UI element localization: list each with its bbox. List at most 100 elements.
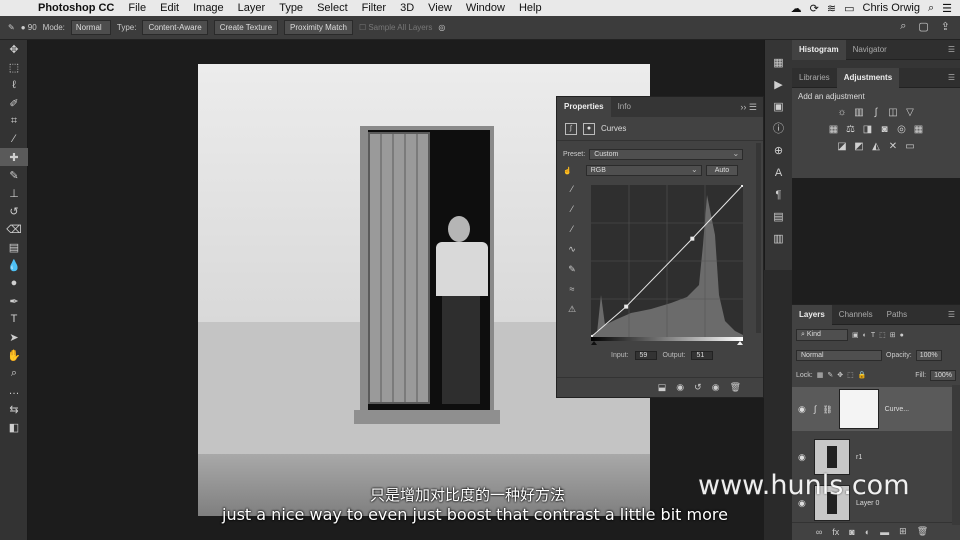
output-field[interactable]: 51 [691, 351, 714, 360]
filter-smart-object-icon[interactable]: ⊞ [890, 331, 896, 339]
brush-tool-icon[interactable]: ✎ [0, 166, 28, 184]
eyedropper-tool-icon[interactable]: ⁄ [0, 130, 28, 148]
curves-icon[interactable]: ∫ [870, 107, 883, 118]
new-adjustment-icon[interactable]: ◐ [865, 527, 870, 537]
lock-pixels-icon[interactable]: ✎ [827, 371, 833, 379]
new-layer-icon[interactable]: ⊞ [899, 526, 907, 537]
pen-tool-icon[interactable]: ✒ [0, 292, 28, 310]
crop-tool-icon[interactable]: ⌗ [0, 112, 28, 130]
notes-panel-icon[interactable]: ▥ [770, 232, 788, 246]
wifi-icon[interactable]: ≋ [827, 2, 836, 15]
clip-to-layer-icon[interactable]: ⬓ [658, 382, 667, 393]
curve-control-point[interactable] [741, 185, 743, 187]
battery-icon[interactable]: ▭ [844, 2, 854, 15]
layers-scrollbar[interactable] [952, 385, 960, 525]
path-selection-tool-icon[interactable]: ➤ [0, 328, 28, 346]
menu-edit[interactable]: Edit [160, 2, 179, 14]
channel-mixer-icon[interactable]: ◎ [895, 124, 908, 135]
filter-adjustment-icon[interactable]: ◐ [863, 332, 867, 339]
pencil-draw-icon[interactable]: ✎ [563, 263, 581, 275]
clone-stamp-tool-icon[interactable]: ⊥ [0, 184, 28, 202]
brightness-contrast-icon[interactable]: ☼ [836, 107, 849, 118]
menu-help[interactable]: Help [519, 2, 542, 14]
menu-select[interactable]: Select [317, 2, 348, 14]
filter-pixel-icon[interactable]: ▣ [852, 331, 859, 339]
delete-icon[interactable]: 🗑 [730, 382, 741, 393]
tab-info[interactable]: Info [611, 97, 638, 117]
properties-scrollbar[interactable] [756, 143, 761, 333]
actions-play-icon[interactable]: ▶ [770, 78, 788, 92]
panel-collapse-icon[interactable]: ›› ☰ [740, 102, 757, 113]
history-brush-tool-icon[interactable]: ↺ [0, 202, 28, 220]
menu-type[interactable]: Type [279, 2, 303, 14]
tab-channels[interactable]: Channels [832, 305, 880, 325]
selective-color-icon[interactable]: ✕ [887, 141, 900, 152]
filter-shape-icon[interactable]: ⬚ [879, 331, 886, 339]
visibility-eye-icon[interactable]: ◉ [798, 404, 808, 415]
brush-preset-picker[interactable]: ● 90 [21, 23, 37, 32]
lock-position-icon[interactable]: ✥ [837, 371, 843, 379]
creative-cloud-icon[interactable]: ☁ [791, 2, 802, 15]
type-tool-icon[interactable]: T [0, 310, 28, 328]
tab-histogram[interactable]: Histogram [792, 39, 846, 60]
layer-mask-icon[interactable]: ● [583, 122, 595, 135]
vibrance-icon[interactable]: ▽ [904, 107, 917, 118]
gradient-tool-icon[interactable]: ▤ [0, 238, 28, 256]
preset-dropdown[interactable]: Custom [589, 149, 744, 160]
color-lookup-icon[interactable]: ▦ [912, 124, 925, 135]
lock-artboard-icon[interactable]: ⬚ [847, 371, 854, 379]
pressure-size-icon[interactable]: ◎ [438, 23, 445, 32]
filter-toggle-icon[interactable]: ● [900, 332, 904, 339]
curves-graph[interactable] [591, 185, 743, 337]
input-field[interactable]: 59 [634, 351, 657, 360]
gradient-map-icon[interactable]: ▭ [904, 141, 917, 152]
new-group-icon[interactable]: ▬ [880, 527, 889, 537]
blur-tool-icon[interactable]: 💧 [0, 256, 28, 274]
blend-mode-dropdown[interactable]: Normal [796, 349, 882, 361]
delete-layer-icon[interactable]: 🗑 [917, 526, 928, 537]
visibility-eye-icon[interactable]: ◉ [712, 382, 720, 393]
tab-libraries[interactable]: Libraries [792, 68, 837, 88]
zoom-tool-icon[interactable]: ⌕ [0, 364, 28, 382]
opacity-field[interactable]: 100% [915, 349, 942, 361]
menu-filter[interactable]: Filter [362, 2, 386, 14]
threshold-icon[interactable]: ◭ [870, 141, 883, 152]
filter-kind-dropdown[interactable]: ⌕ Kind [796, 329, 848, 341]
curve-point-tool-icon[interactable]: ∿ [563, 243, 581, 255]
healing-brush-tool-icon[interactable]: ✚ [0, 148, 28, 166]
clone-source-icon[interactable]: ⊕ [770, 144, 788, 158]
color-swatches-icon[interactable]: ◧ [0, 418, 28, 436]
auto-button[interactable]: Auto [705, 165, 739, 176]
sample-all-layers-checkbox[interactable]: ☐ Sample All Layers [359, 23, 432, 32]
white-point-eyedropper-icon[interactable]: ⁄ [563, 223, 581, 235]
panel-menu-icon[interactable]: ☰ [948, 45, 955, 54]
hand-tool-icon[interactable]: ✋ [0, 346, 28, 364]
sync-icon[interactable]: ⟳ [810, 2, 819, 15]
tab-navigator[interactable]: Navigator [846, 40, 894, 60]
create-texture-button[interactable]: Create Texture [213, 20, 279, 35]
layer-row-curves[interactable]: ◉ ∫ ⛓ Curve... [792, 387, 952, 431]
layer-mask-thumbnail[interactable] [838, 389, 879, 429]
search-icon[interactable]: ⌕ [900, 20, 906, 33]
photo-filter-icon[interactable]: ◙ [878, 124, 891, 135]
channel-dropdown[interactable]: RGB [585, 165, 702, 176]
tab-properties[interactable]: Properties [557, 97, 611, 117]
quick-select-tool-icon[interactable]: ✐ [0, 94, 28, 112]
black-slider-handle[interactable] [591, 341, 597, 345]
fill-field[interactable]: 100% [930, 369, 956, 381]
panel-menu-icon[interactable]: ☰ [948, 310, 955, 319]
info-panel-icon[interactable]: ⓘ [770, 122, 788, 136]
character-panel-icon[interactable]: A [770, 166, 788, 180]
black-white-icon[interactable]: ◨ [861, 124, 874, 135]
menu-window[interactable]: Window [466, 2, 505, 14]
visibility-eye-icon[interactable]: ◉ [798, 452, 808, 463]
black-point-eyedropper-icon[interactable]: ⁄ [563, 183, 581, 195]
curve-control-point[interactable] [624, 304, 629, 309]
link-layers-icon[interactable]: ∞ [816, 527, 822, 537]
workspace-icon[interactable]: ▢ [918, 20, 928, 33]
glyphs-panel-icon[interactable]: ▤ [770, 210, 788, 224]
user-name[interactable]: Chris Orwig [863, 2, 920, 14]
marquee-tool-icon[interactable]: ⬚ [0, 58, 28, 76]
menu-view[interactable]: View [428, 2, 452, 14]
lock-transparent-icon[interactable]: ▦ [817, 371, 824, 379]
